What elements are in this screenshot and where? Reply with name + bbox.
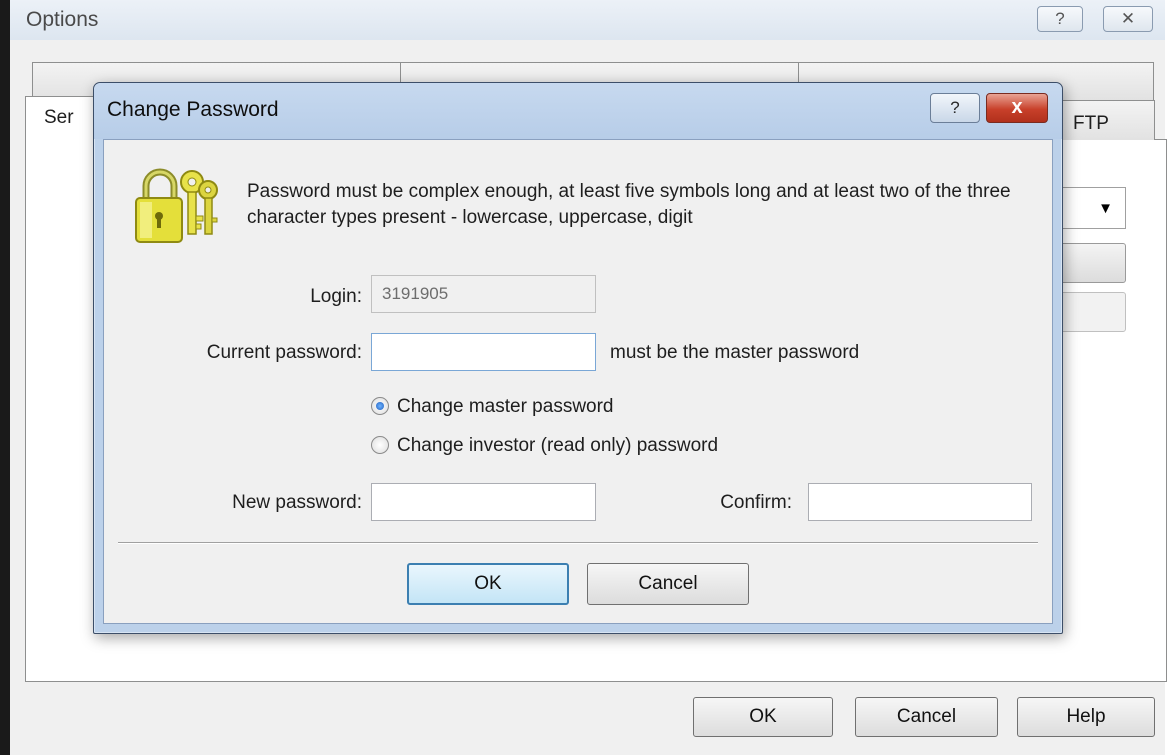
current-password-label: Current password: <box>206 342 362 363</box>
change-password-dialog: Change Password ? x Password must be com… <box>93 82 1063 634</box>
options-cancel-button[interactable]: Cancel <box>855 697 998 737</box>
dialog-cancel-button[interactable]: Cancel <box>587 563 749 605</box>
dialog-title: Change Password <box>107 98 279 121</box>
options-help-button[interactable]: Help <box>1017 697 1155 737</box>
login-field <box>371 275 596 313</box>
change-master-radio[interactable]: Change master password <box>371 396 614 418</box>
screen: Options ? ✕ Ser FTP ▼ OK Cancel Help Cha… <box>0 0 1173 755</box>
dialog-body: Password must be complex enough, at leas… <box>103 139 1053 624</box>
new-password-label: New password: <box>232 492 362 513</box>
confirm-field[interactable] <box>808 483 1032 521</box>
new-password-field[interactable] <box>371 483 596 521</box>
confirm-label: Confirm: <box>720 492 792 513</box>
password-requirements-text: Password must be complex enough, at leas… <box>247 181 1011 228</box>
current-password-field[interactable] <box>371 333 596 371</box>
tab-ftp[interactable]: FTP <box>1050 100 1155 140</box>
dialog-ok-button[interactable]: OK <box>407 563 569 605</box>
dialog-titlebar: Change Password ? x <box>94 83 1062 139</box>
lock-keys-icon <box>135 168 218 243</box>
change-investor-radio[interactable]: Change investor (read only) password <box>371 435 718 457</box>
radio-checked-icon[interactable] <box>371 397 389 415</box>
login-label: Login: <box>310 286 362 307</box>
current-password-hint: must be the master password <box>610 342 860 363</box>
options-close-icon[interactable]: ✕ <box>1103 6 1153 32</box>
options-help-icon[interactable]: ? <box>1037 6 1083 32</box>
radio-unchecked-icon[interactable] <box>371 436 389 454</box>
change-master-label: Change master password <box>397 396 614 417</box>
separator <box>118 542 1038 544</box>
dialog-close-icon[interactable]: x <box>986 93 1048 123</box>
change-investor-label: Change investor (read only) password <box>397 435 719 456</box>
options-title: Options <box>26 8 99 31</box>
options-titlebar: Options ? ✕ <box>10 0 1165 40</box>
dropdown-arrow-icon: ▼ <box>1098 200 1113 217</box>
dialog-help-icon[interactable]: ? <box>930 93 980 123</box>
options-ok-button[interactable]: OK <box>693 697 833 737</box>
